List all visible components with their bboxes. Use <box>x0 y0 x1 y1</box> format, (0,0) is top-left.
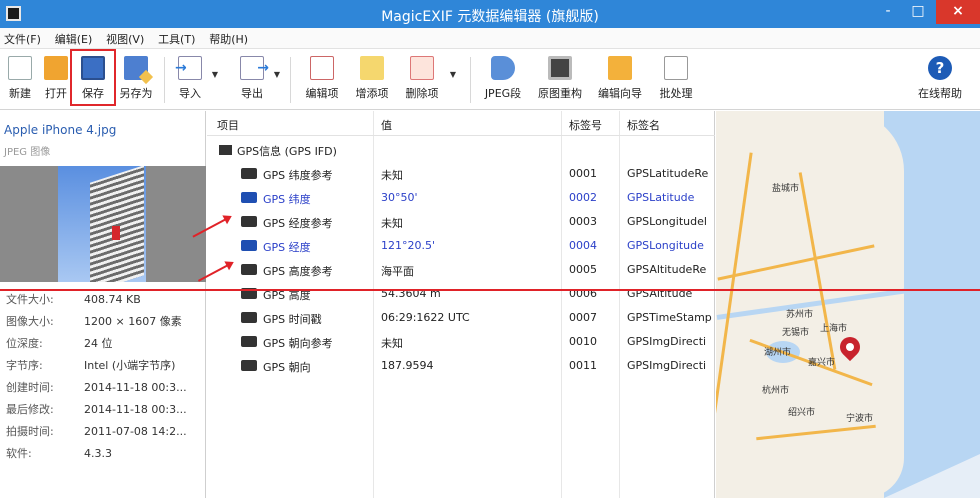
menu-view[interactable]: 视图(V) <box>102 28 150 47</box>
field-icon <box>241 264 257 275</box>
highway <box>716 152 753 490</box>
coastline <box>834 111 904 498</box>
field-icon <box>241 240 257 251</box>
property-row: 软件: 4.3.3 <box>6 447 112 460</box>
file-properties: 文件大小: 408.74 KB 图像大小: 1200 × 1607 像素 位深度: 2… <box>6 291 206 467</box>
help-icon: ? <box>928 56 952 80</box>
city-label: 杭州市 <box>762 386 790 396</box>
pencil-icon <box>310 56 334 80</box>
close-button[interactable]: × <box>936 0 980 24</box>
folder-icon <box>44 56 68 80</box>
toolbar: 新建 打开 保存 另存为 导入 ▼ 导出 ▼ 编辑项 增添项 删除项 ▼ JPE… <box>0 49 980 110</box>
table-row[interactable]: GPS 纬度参考 未知 0001 GPSLatitudeRe <box>207 162 715 186</box>
edit-item-button[interactable]: 编辑项 <box>302 56 342 101</box>
rebuild-image-button[interactable]: 原图重构 <box>536 56 584 101</box>
batch-icon <box>664 56 688 80</box>
property-row: 拍摄时间: 2011-07-08 14:2... <box>6 425 187 438</box>
save-as-icon <box>124 56 148 80</box>
city-label: 盐城市 <box>772 184 800 194</box>
field-icon <box>241 216 257 227</box>
city-label: 嘉兴市 <box>808 358 836 368</box>
table-row[interactable]: GPS 高度 54.3604 m 0006 GPSAltitude <box>207 282 715 306</box>
batch-button[interactable]: 批处理 <box>656 56 696 101</box>
column-header-value[interactable]: 值 <box>381 117 392 133</box>
file-name: Apple iPhone 4.jpg <box>4 123 117 137</box>
save-highlight-box <box>70 49 116 106</box>
export-icon <box>240 56 269 80</box>
chevron-down-icon[interactable]: ▼ <box>450 70 456 79</box>
property-row: 位深度: 24 位 <box>6 337 113 350</box>
city-label: 上海市 <box>820 324 848 334</box>
toolbar-separator <box>470 57 471 103</box>
export-button[interactable]: 导出 ▼ <box>238 56 280 101</box>
menu-bar: 文件(F) 编辑(E) 视图(V) 工具(T) 帮助(H) <box>0 28 980 49</box>
field-icon <box>241 168 257 179</box>
menu-tools[interactable]: 工具(T) <box>154 28 201 47</box>
highway <box>798 172 837 370</box>
import-icon <box>175 56 202 80</box>
field-icon <box>241 336 257 347</box>
window-title: MagicEXIF 元数据编辑器 (旗舰版) <box>381 9 599 25</box>
jpeg-segment-button[interactable]: JPEG段 <box>482 56 524 101</box>
field-icon <box>241 192 257 203</box>
menu-help[interactable]: 帮助(H) <box>205 28 254 47</box>
column-header-tag-number[interactable]: 标签号 <box>569 117 602 133</box>
add-item-icon <box>360 56 384 80</box>
column-header-tag-name[interactable]: 标签名 <box>627 117 660 133</box>
save-as-button[interactable]: 另存为 <box>116 56 156 101</box>
minimize-button[interactable]: - <box>872 0 904 24</box>
gps-map[interactable]: 盐城市 上海市 湖州市 嘉兴市 杭州市 宁波市 绍兴市 无锡市 苏州市 <box>716 111 980 498</box>
page-curl <box>884 454 980 498</box>
table-row[interactable]: GPS 纬度 30°50' 0002 GPSLatitude <box>207 186 715 210</box>
annotation-line <box>0 289 980 291</box>
delete-item-button[interactable]: 删除项 ▼ <box>402 56 456 101</box>
menu-file[interactable]: 文件(F) <box>0 28 47 47</box>
online-help-button[interactable]: ? 在线帮助 <box>912 56 968 101</box>
table-row[interactable]: GPS 时间戳 06:29:1622 UTC 0007 GPSTimeStamp <box>207 306 715 330</box>
field-icon <box>241 360 257 371</box>
open-button[interactable]: 打开 <box>42 56 70 101</box>
gps-group-row[interactable]: GPS信息 (GPS IFD) <box>207 138 715 162</box>
field-icon <box>241 312 257 323</box>
wizard-icon <box>608 56 632 80</box>
table-row[interactable]: GPS 经度参考 未知 0003 GPSLongitudel <box>207 210 715 234</box>
maximize-button[interactable]: □ <box>902 0 934 24</box>
table-row[interactable]: GPS 经度 121°20.5' 0004 GPSLongitude <box>207 234 715 258</box>
photo-thumbnail <box>0 166 206 282</box>
property-row: 图像大小: 1200 × 1607 像素 <box>6 315 182 328</box>
toolbar-separator <box>290 57 291 103</box>
property-row: 字节序: Intel (小端字节序) <box>6 359 176 372</box>
add-item-button[interactable]: 增添项 <box>352 56 392 101</box>
chevron-down-icon[interactable]: ▼ <box>212 70 218 79</box>
city-label: 苏州市 <box>786 310 814 320</box>
new-file-icon <box>8 56 32 80</box>
tag-icon <box>491 56 515 80</box>
property-row: 创建时间: 2014-11-18 00:3... <box>6 381 187 394</box>
city-label: 湖州市 <box>764 348 792 358</box>
property-row: 文件大小: 408.74 KB <box>6 293 141 306</box>
image-icon <box>548 56 572 80</box>
city-label: 无锡市 <box>782 328 810 338</box>
import-button[interactable]: 导入 ▼ <box>175 56 218 101</box>
table-row[interactable]: GPS 朝向 187.9594 0011 GPSImgDirecti <box>207 354 715 378</box>
file-info-pane: Apple iPhone 4.jpg JPEG 图像 文件大小: 408.74 K… <box>0 111 206 498</box>
column-header-item[interactable]: 项目 <box>217 117 239 133</box>
toolbar-separator <box>164 57 165 103</box>
city-label: 宁波市 <box>846 414 874 424</box>
file-type: JPEG 图像 <box>4 147 51 158</box>
chevron-down-icon[interactable]: ▼ <box>274 70 280 79</box>
table-header: 项目 值 标签号 标签名 <box>207 111 715 136</box>
property-row: 最后修改: 2014-11-18 00:3... <box>6 403 187 416</box>
table-row[interactable]: GPS 朝向参考 未知 0010 GPSImgDirecti <box>207 330 715 354</box>
delete-icon <box>410 56 434 80</box>
new-button[interactable]: 新建 <box>6 56 34 101</box>
metadata-table: 项目 值 标签号 标签名 GPS信息 (GPS IFD) GPS 纬度参考 未知 0… <box>207 111 715 498</box>
edit-wizard-button[interactable]: 编辑向导 <box>596 56 644 101</box>
folder-icon <box>219 145 232 155</box>
city-label: 绍兴市 <box>788 408 816 418</box>
title-bar: MagicEXIF 元数据编辑器 (旗舰版) - □ × <box>0 0 980 28</box>
menu-edit[interactable]: 编辑(E) <box>51 28 99 47</box>
table-row[interactable]: GPS 高度参考 海平面 0005 GPSAltitudeRe <box>207 258 715 282</box>
